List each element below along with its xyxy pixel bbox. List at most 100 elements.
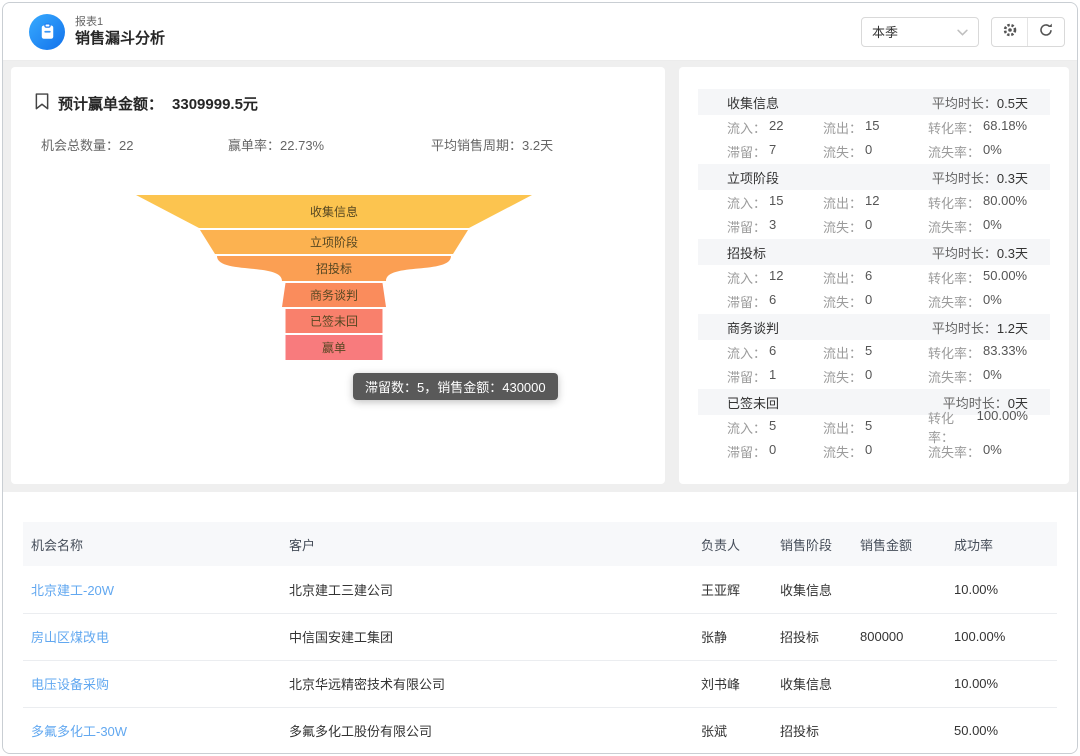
stage-metric: 流失：0 (823, 292, 928, 311)
stage-metric: 流失率：0% (928, 442, 1028, 461)
funnel-segment-label: 商务谈判 (310, 288, 358, 303)
stage-cell: 招投标 (772, 707, 852, 754)
table-row: 多氟多化工-30W多氟多化工股份有限公司张斌招投标50.00% (23, 707, 1057, 754)
metric-label: 转化率： (928, 118, 980, 137)
report-label: 报表1 (75, 15, 165, 29)
header-titles: 报表1 销售漏斗分析 (75, 15, 165, 48)
metric-value: 0 (865, 142, 872, 161)
owner-cell: 张静 (693, 613, 772, 660)
metric-value: 15 (769, 193, 783, 212)
stage-metrics-row: 滞留：7流失：0流失率：0% (698, 140, 1050, 165)
settings-button[interactable] (992, 18, 1028, 46)
metric-label: 流出： (823, 118, 862, 137)
stage-metric: 流失：0 (823, 367, 928, 386)
avg-duration: 平均时长：0.3天 (932, 243, 1028, 262)
funnel-segment-label: 收集信息 (310, 204, 358, 219)
stage-metric: 滞留：7 (727, 142, 823, 161)
avg-duration: 平均时长：0.3天 (932, 168, 1028, 187)
summary-stats: 机会总数量：22 赢单率：22.73% 平均销售周期：3.2天 (11, 114, 665, 154)
metric-value: 0 (769, 442, 776, 461)
refresh-button[interactable] (1028, 18, 1064, 46)
metric-label: 流失： (823, 292, 862, 311)
funnel-card: 预计赢单金额： 3309999.5元 机会总数量：22 赢单率：22.73% 平… (11, 67, 665, 484)
dashboard-window: 报表1 销售漏斗分析 本季 (2, 2, 1078, 754)
metric-value: 100.00% (977, 408, 1028, 446)
metric-label: 流失率： (928, 217, 980, 236)
header-actions: 本季 (861, 17, 1065, 47)
opportunity-link[interactable]: 房山区煤改电 (23, 613, 281, 660)
stage-metric: 流入：5 (727, 418, 823, 437)
metric-label: 流失率： (928, 142, 980, 161)
metric-value: 0 (865, 217, 872, 236)
stage-metrics-row: 流入：5流出：5转化率：100.00% (698, 415, 1050, 440)
metric-value: 0 (865, 292, 872, 311)
stage-metric: 流入：12 (727, 268, 823, 287)
stage-title: 收集信息 (727, 93, 779, 112)
metric-label: 流出： (823, 343, 862, 362)
expected-win-label: 预计赢单金额： (58, 93, 163, 114)
stage-title: 商务谈判 (727, 318, 779, 337)
avg-duration-label: 平均时长： (932, 246, 997, 261)
metric-value: 12 (769, 268, 783, 287)
stage-metric: 流入：6 (727, 343, 823, 362)
stage-metric: 流失：0 (823, 442, 928, 461)
metric-value: 5 (865, 343, 872, 362)
gear-icon (1002, 22, 1018, 41)
stage-metric: 流失率：0% (928, 142, 1028, 161)
stage-metric: 流失率：0% (928, 292, 1028, 311)
stage-cell: 收集信息 (772, 566, 852, 613)
metric-label: 滞留： (727, 142, 766, 161)
opportunity-link[interactable]: 多氟多化工-30W (23, 707, 281, 754)
metric-label: 流出： (823, 268, 862, 287)
metric-label: 滞留： (727, 292, 766, 311)
metric-value: 0% (983, 442, 1002, 461)
app-header: 报表1 销售漏斗分析 本季 (3, 3, 1077, 61)
metric-value: 0% (983, 367, 1002, 386)
amount-cell (852, 566, 946, 613)
stage-metric: 流出：5 (823, 418, 928, 437)
funnel-segment-label: 招投标 (316, 261, 352, 276)
stage-metric: 流出：6 (823, 268, 928, 287)
metric-value: 5 (865, 418, 872, 437)
stage-metric: 滞留：0 (727, 442, 823, 461)
metric-label: 流入： (727, 268, 766, 287)
bookmark-icon (35, 93, 49, 114)
stage-metric: 流出：5 (823, 343, 928, 362)
stage-metrics-row: 流入：15流出：12转化率：80.00% (698, 190, 1050, 215)
stage-metric: 转化率：50.00% (928, 268, 1028, 287)
metric-value: 50.00% (983, 268, 1027, 287)
metric-value: 68.18% (983, 118, 1027, 137)
metric-value: 0% (983, 142, 1002, 161)
metric-value: 22 (769, 118, 783, 137)
stage-metric: 流失：0 (823, 217, 928, 236)
avg-duration-value: 0.5天 (997, 96, 1028, 111)
stage-section-header: 招投标 平均时长：0.3天 (698, 239, 1050, 265)
metric-value: 0% (983, 292, 1002, 311)
metric-value: 3 (769, 217, 776, 236)
opportunity-link[interactable]: 电压设备采购 (23, 660, 281, 707)
metric-label: 流入： (727, 418, 766, 437)
table-row: 北京建工-20W北京建工三建公司王亚辉收集信息10.00% (23, 566, 1057, 613)
stage-metric: 流失：0 (823, 142, 928, 161)
success-rate-cell: 10.00% (946, 566, 1057, 613)
metric-label: 滞留： (727, 367, 766, 386)
success-rate-cell: 50.00% (946, 707, 1057, 754)
page-title: 销售漏斗分析 (75, 29, 165, 48)
funnel-chart[interactable]: 收集信息立项阶段招投标商务谈判已签未回赢单 (123, 193, 563, 365)
metric-value: 6 (769, 343, 776, 362)
stage-section: 已签未回 平均时长：0天 流入：5流出：5转化率：100.00% 滞留：0流失：… (698, 389, 1050, 464)
success-rate-cell: 10.00% (946, 660, 1057, 707)
stage-metric: 流出：12 (823, 193, 928, 212)
avg-duration-label: 平均时长： (932, 321, 997, 336)
stage-metric: 流入：15 (727, 193, 823, 212)
metric-value: 5 (769, 418, 776, 437)
opportunity-link[interactable]: 北京建工-20W (23, 566, 281, 613)
metric-value: 83.33% (983, 343, 1027, 362)
metric-label: 流出： (823, 418, 862, 437)
metric-label: 转化率： (928, 193, 980, 212)
funnel-segment-label: 赢单 (322, 340, 346, 355)
period-select[interactable]: 本季 (861, 17, 979, 47)
col-opportunity-name: 机会名称 (23, 522, 281, 566)
avg-duration: 平均时长：1.2天 (932, 318, 1028, 337)
stage-metrics-row: 滞留：0流失：0流失率：0% (698, 440, 1050, 465)
